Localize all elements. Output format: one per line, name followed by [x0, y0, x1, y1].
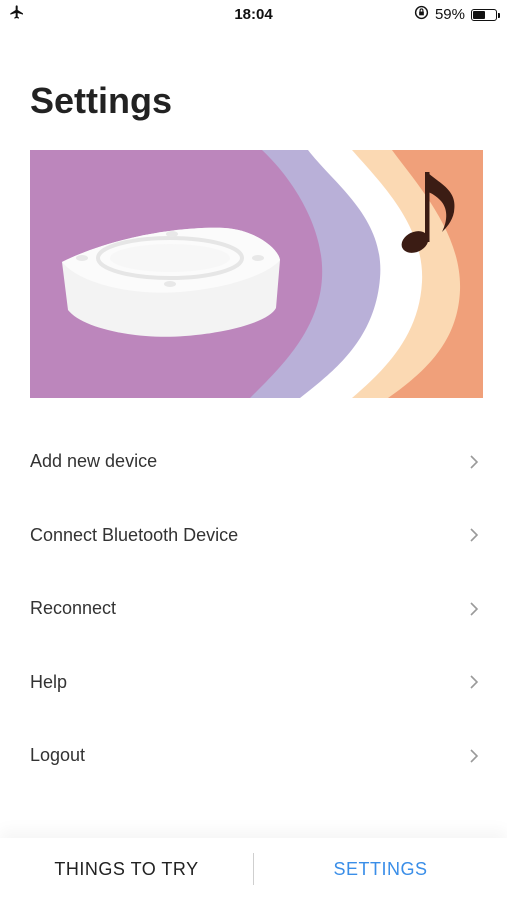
chevron-right-icon	[470, 455, 479, 469]
battery-icon	[471, 8, 500, 21]
menu-item-logout[interactable]: Logout	[0, 719, 507, 793]
chevron-right-icon	[470, 749, 479, 763]
chevron-right-icon	[470, 675, 479, 689]
chevron-right-icon	[470, 528, 479, 542]
menu-item-label: Help	[30, 671, 68, 692]
battery-percentage: 59%	[434, 6, 465, 23]
menu-item-reconnect[interactable]: Reconnect	[0, 572, 507, 646]
menu-item-label: Connect Bluetooth Device	[30, 524, 239, 545]
status-bar: 18:04 59%	[0, 0, 507, 28]
tab-settings[interactable]: SETTINGS	[254, 859, 507, 880]
menu-item-help[interactable]: Help	[0, 646, 507, 720]
menu-item-label: Reconnect	[30, 598, 117, 619]
menu-item-add-new-device[interactable]: Add new device	[0, 425, 507, 499]
settings-menu: Add new device Connect Bluetooth Device …	[0, 425, 507, 793]
chevron-right-icon	[470, 602, 479, 616]
menu-item-connect-bluetooth-device[interactable]: Connect Bluetooth Device	[0, 499, 507, 573]
menu-item-label: Add new device	[30, 451, 158, 472]
orientation-lock-icon	[414, 5, 429, 24]
hero-illustration	[30, 150, 483, 398]
menu-item-label: Logout	[30, 745, 86, 766]
page-title: Settings	[30, 80, 173, 121]
tab-things-to-try[interactable]: THINGS TO TRY	[0, 859, 253, 880]
battery-fill	[473, 10, 486, 19]
hero-banner	[30, 150, 483, 398]
bottom-tab-bar: THINGS TO TRY SETTINGS	[0, 838, 507, 900]
